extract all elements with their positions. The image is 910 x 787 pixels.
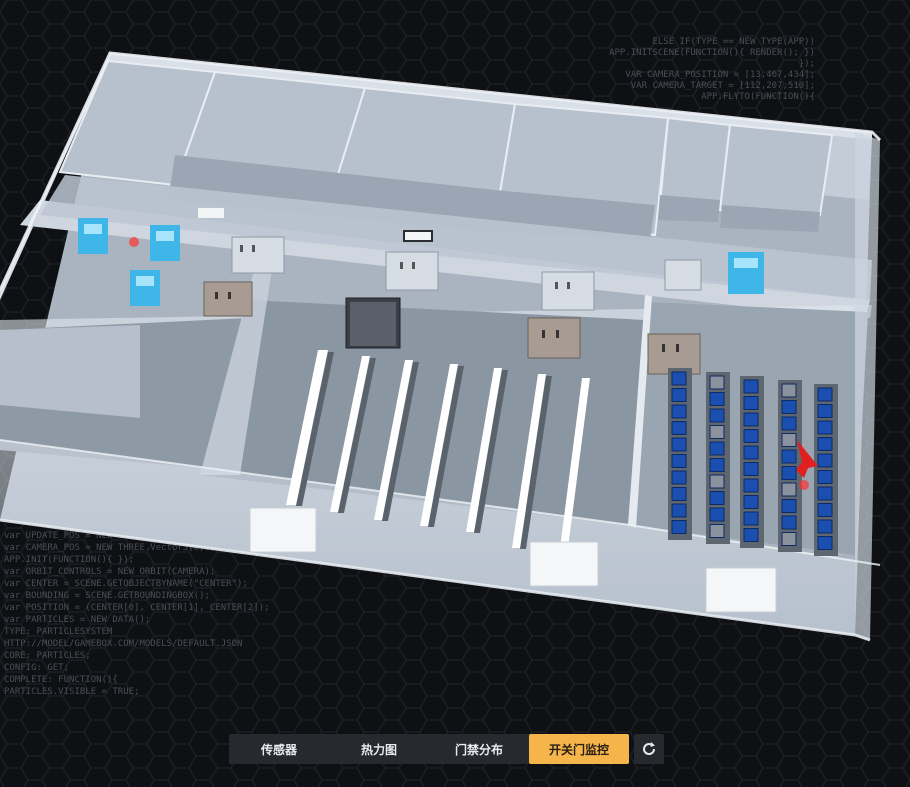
server-unit[interactable] [743,528,759,542]
background-code-line: ELSE IF(TYPE == NEW TYPE(APP)) [652,37,815,47]
server-unit[interactable] [671,520,687,534]
server-unit[interactable] [671,487,687,501]
door-cyan-4 [728,252,764,294]
sensor-indicator [129,237,139,247]
door-brown-1 [203,281,253,317]
server-unit[interactable] [817,519,833,534]
server-unit[interactable] [781,466,797,480]
server-unit[interactable] [709,458,725,472]
server-unit[interactable] [743,379,759,394]
server-unit[interactable] [709,507,725,522]
background-code-line: CONFIG: GET; [4,663,69,673]
tab-access-control[interactable]: 门禁分布 [429,734,529,764]
server-unit[interactable] [671,454,687,468]
door-grey-2 [385,251,439,291]
server-unit[interactable] [817,437,833,451]
server-unit[interactable] [709,474,725,489]
background-code-line: PARTICLES.VISIBLE = TRUE; [4,687,139,697]
background-code-line: HTTP://MODEL/GAMEBOX.COM/MODELS/DEFAULT.… [4,639,242,649]
door-cyan-1 [78,218,108,254]
ceiling-light [198,208,224,218]
server-unit[interactable] [671,470,687,485]
server-unit[interactable] [743,396,759,410]
server-unit[interactable] [743,412,759,427]
background-code-line: VAR CAMERA_POSITION = [13,467,434]; [625,70,815,80]
background-code-line: }); [799,59,815,69]
refresh-icon [643,742,656,755]
server-unit[interactable] [743,445,759,460]
server-unit[interactable] [709,441,725,456]
background-code-line: var BOUNDING = SCENE.GETBOUNDINGBOX(); [4,591,210,601]
background-code-line: var ORBIT_CONTROLS = NEW ORBIT(CAMERA); [4,567,215,577]
background-code-line: APP.FLYTO(FUNCTION(){ [701,92,815,102]
door-cyan-2 [150,225,180,261]
server-unit[interactable] [709,392,725,406]
door-grey-4 [664,259,702,291]
left-room-wall [0,325,140,418]
datacenter-3d-scene[interactable]: ELSE IF(TYPE == NEW TYPE(APP))APP.INITSC… [0,0,910,787]
background-code-line: TYPE: PARTICLESYSTEM [4,627,113,637]
server-unit[interactable] [671,371,687,386]
background-code-line: APP.INITSCENE(FUNCTION(){ RENDER(); }) [609,48,815,58]
ceiling-vent [403,230,433,242]
server-unit[interactable] [709,375,725,390]
server-unit[interactable] [781,532,797,546]
server-unit[interactable] [817,453,833,468]
server-unit[interactable] [817,404,833,418]
server-unit[interactable] [817,470,833,484]
server-unit[interactable] [709,491,725,505]
background-code-line: COMPLETE: FUNCTION(){ [4,675,118,685]
background-code-line: var POSITION = (CENTER[0], CENTER[1], CE… [4,603,270,613]
door-dark-gate [345,297,401,349]
server-unit[interactable] [817,503,833,517]
server-unit[interactable] [781,515,797,530]
door-grey-3 [541,271,595,311]
tab-heatmap[interactable]: 热力图 [329,734,429,764]
door-brown-2 [527,317,581,359]
refresh-button[interactable] [634,734,664,764]
server-unit[interactable] [671,404,687,419]
server-unit[interactable] [817,486,833,501]
server-unit[interactable] [781,433,797,447]
server-unit[interactable] [743,478,759,493]
server-unit[interactable] [671,421,687,435]
server-unit[interactable] [709,524,725,538]
server-unit[interactable] [671,437,687,452]
background-code-line: APP.INIT(FUNCTION(){ }); [4,555,134,565]
server-unit[interactable] [743,495,759,509]
door-cyan-3 [130,270,160,306]
background-code-line: VAR CAMERA_TARGET = [112,207,510]; [631,81,815,91]
server-unit[interactable] [743,511,759,526]
server-unit[interactable] [817,420,833,435]
server-unit[interactable] [781,482,797,497]
background-code-line: var PARTICLES = NEW DATA(); [4,615,150,625]
door-grey-1 [231,236,285,274]
background-code-line: CORE: PARTICLES; [4,651,91,661]
server-unit[interactable] [709,425,725,439]
server-unit[interactable] [781,400,797,414]
mode-toolbar: 传感器 热力图 门禁分布 开关门监控 [229,734,629,764]
server-unit[interactable] [743,429,759,443]
server-unit[interactable] [817,387,833,402]
tab-door-monitor[interactable]: 开关门监控 [529,734,629,764]
server-unit[interactable] [709,408,725,423]
background-code-line: var CENTER = SCENE.GETOBJECTBYNAME("CENT… [4,579,248,589]
server-unit[interactable] [781,416,797,431]
server-unit[interactable] [743,462,759,476]
server-unit[interactable] [781,383,797,398]
server-unit[interactable] [671,503,687,518]
server-unit[interactable] [781,449,797,464]
tab-sensors[interactable]: 传感器 [229,734,329,764]
server-unit[interactable] [817,536,833,550]
server-unit[interactable] [671,388,687,402]
server-unit[interactable] [781,499,797,513]
